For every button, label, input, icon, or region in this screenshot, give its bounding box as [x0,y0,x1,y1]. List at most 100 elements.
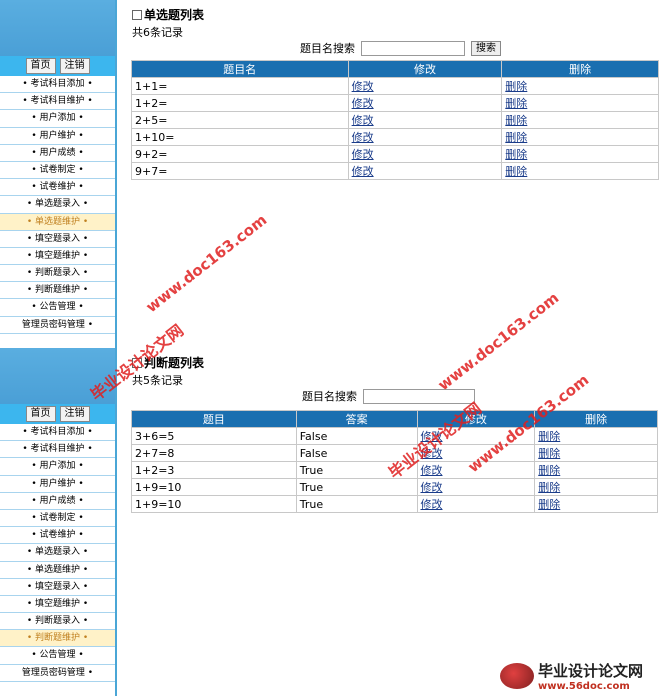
sidebar-item[interactable]: • 用户维护 • [0,475,115,493]
sidebar-item[interactable]: • 公告管理 • [0,299,115,317]
delete-link[interactable]: 删除 [538,481,560,494]
table-cell: 删除 [534,495,658,513]
sidebar-buttons: 首页 注销 [0,56,115,76]
sidebar: 首页 注销 • 考试科目添加 • • 考试科目维护 • • 用户添加 • • 用户维护… [0,348,117,696]
sidebar-item[interactable]: • 填空题录入 • [0,578,115,596]
delete-link[interactable]: 删除 [538,464,560,477]
sidebar-item[interactable]: • 试卷制定 • [0,509,115,528]
column-header: 题目 [131,410,297,428]
table-cell: False [295,444,418,462]
table-cell: 2+7=8 [131,444,297,462]
sidebar-item[interactable]: • 公告管理 • [0,647,115,665]
sidebar-item[interactable]: • 用户添加 • [0,110,115,128]
table-row: 1+2= 修改 删除 [131,94,659,112]
sidebar-item[interactable]: • 判断题录入 • [0,265,115,283]
delete-link[interactable]: 删除 [505,97,527,110]
delete-link[interactable]: 删除 [505,131,527,144]
sidebar-item[interactable]: • 考试科目维护 • [0,441,115,459]
delete-link[interactable]: 删除 [538,498,560,511]
sidebar-item[interactable]: • 试卷制定 • [0,161,115,180]
table-cell: 删除 [534,427,658,445]
edit-link[interactable]: 修改 [352,114,374,127]
sidebar-item[interactable]: • 单选题录入 • [0,544,115,562]
sidebar-item[interactable]: • 考试科目维护 • [0,93,115,111]
sidebar-item[interactable]: • 用户成绩 • [0,144,115,162]
search-bar: 题目名搜索 [302,388,475,404]
table-cell: 删除 [501,111,659,129]
sidebar-item[interactable]: 管理员密码管理 • [0,316,115,334]
logout-button[interactable]: 注销 [59,406,90,422]
delete-link[interactable]: 删除 [538,447,560,460]
page-title-text: 判断题列表 [144,356,205,370]
table-cell: 修改 [347,111,503,129]
delete-link[interactable]: 删除 [505,165,527,178]
sidebar-item[interactable]: • 考试科目添加 • [0,76,115,94]
table-row: 1+2=3 True 修改 删除 [131,461,658,479]
sidebar-item[interactable]: • 填空题维护 • [0,595,115,614]
edit-link[interactable]: 修改 [352,97,374,110]
table-cell: 删除 [534,461,658,479]
sidebar-item[interactable]: • 填空题录入 • [0,230,115,248]
search-button[interactable]: 搜索 [471,40,501,56]
table-cell: 删除 [534,478,658,496]
sidebar-item[interactable]: • 单选题维护 • [0,213,115,231]
sidebar-item[interactable]: • 判断题维护 • [0,282,115,300]
edit-link[interactable]: 修改 [421,447,443,460]
edit-link[interactable]: 修改 [421,498,443,511]
sidebar-item[interactable]: • 用户成绩 • [0,492,115,510]
main-panel: 判断题列表 共5条记录 题目名搜索 题目 答案 修改 删除 3+6=5 False 修改删… [120,348,668,696]
table-cell: 修改 [416,478,536,496]
delete-link[interactable]: 删除 [538,430,560,443]
edit-link[interactable]: 修改 [352,148,374,161]
page-title-text: 单选题列表 [144,8,205,22]
table-cell: 修改 [347,94,503,112]
table-cell: True [295,461,418,479]
brand-logo-block: 毕业设计论文网 www.56doc.com [500,660,643,692]
edit-link[interactable]: 修改 [352,80,374,93]
sidebar-item[interactable]: • 填空题维护 • [0,247,115,266]
single-choice-table: 题目名 修改 删除 1+1= 修改 删除 1+2= 修改 删除 2+5= 修改 删除 1+10= 修改删… [131,60,659,180]
sidebar-nav: • 考试科目添加 • • 考试科目维护 • • 用户添加 • • 用户维护 • • 用户… [0,76,115,334]
edit-link[interactable]: 修改 [421,464,443,477]
sidebar-item[interactable]: • 单选题录入 • [0,196,115,214]
search-input[interactable] [363,388,475,404]
sidebar-item[interactable]: • 试卷维护 • [0,527,115,545]
sidebar-item[interactable]: • 判断题录入 • [0,613,115,631]
delete-link[interactable]: 删除 [505,148,527,161]
brand-url: www.56doc.com [538,681,630,692]
search-input[interactable] [361,40,465,56]
sidebar-item[interactable]: 管理员密码管理 • [0,664,115,682]
edit-link[interactable]: 修改 [352,131,374,144]
screenshot-single-choice-list: 首页 注销 • 考试科目添加 • • 考试科目维护 • • 用户添加 • • 用户维护… [0,0,668,348]
search-label: 题目名搜索 [302,390,357,403]
delete-link[interactable]: 删除 [505,114,527,127]
sidebar-item[interactable]: • 试卷维护 • [0,179,115,197]
sidebar-header [0,348,115,404]
column-header: 答案 [295,410,418,428]
home-button[interactable]: 首页 [25,58,56,74]
table-cell: 9+2= [131,145,349,163]
edit-link[interactable]: 修改 [421,481,443,494]
home-button[interactable]: 首页 [25,406,56,422]
edit-link[interactable]: 修改 [352,165,374,178]
sidebar-item[interactable]: • 单选题维护 • [0,561,115,579]
globe-logo-icon [500,663,534,689]
table-cell: 修改 [416,444,536,462]
sidebar-item[interactable]: • 用户添加 • [0,458,115,476]
table-row: 2+7=8 False 修改 删除 [131,444,658,462]
sidebar-item[interactable]: • 判断题维护 • [0,630,115,648]
edit-link[interactable]: 修改 [421,430,443,443]
table-cell: 删除 [501,77,659,95]
logout-button[interactable]: 注销 [59,58,90,74]
sidebar-buttons: 首页 注销 [0,404,115,424]
delete-link[interactable]: 删除 [505,80,527,93]
table-row: 9+2= 修改 删除 [131,145,659,163]
table-cell: 修改 [347,77,503,95]
sidebar-item[interactable]: • 用户维护 • [0,127,115,145]
table-cell: 修改 [347,162,503,180]
record-count: 共6条记录 [132,26,183,39]
table-cell: 删除 [501,128,659,146]
table-cell: 1+10= [131,128,349,146]
sidebar-item[interactable]: • 考试科目添加 • [0,424,115,442]
table-cell: 1+2=3 [131,461,297,479]
